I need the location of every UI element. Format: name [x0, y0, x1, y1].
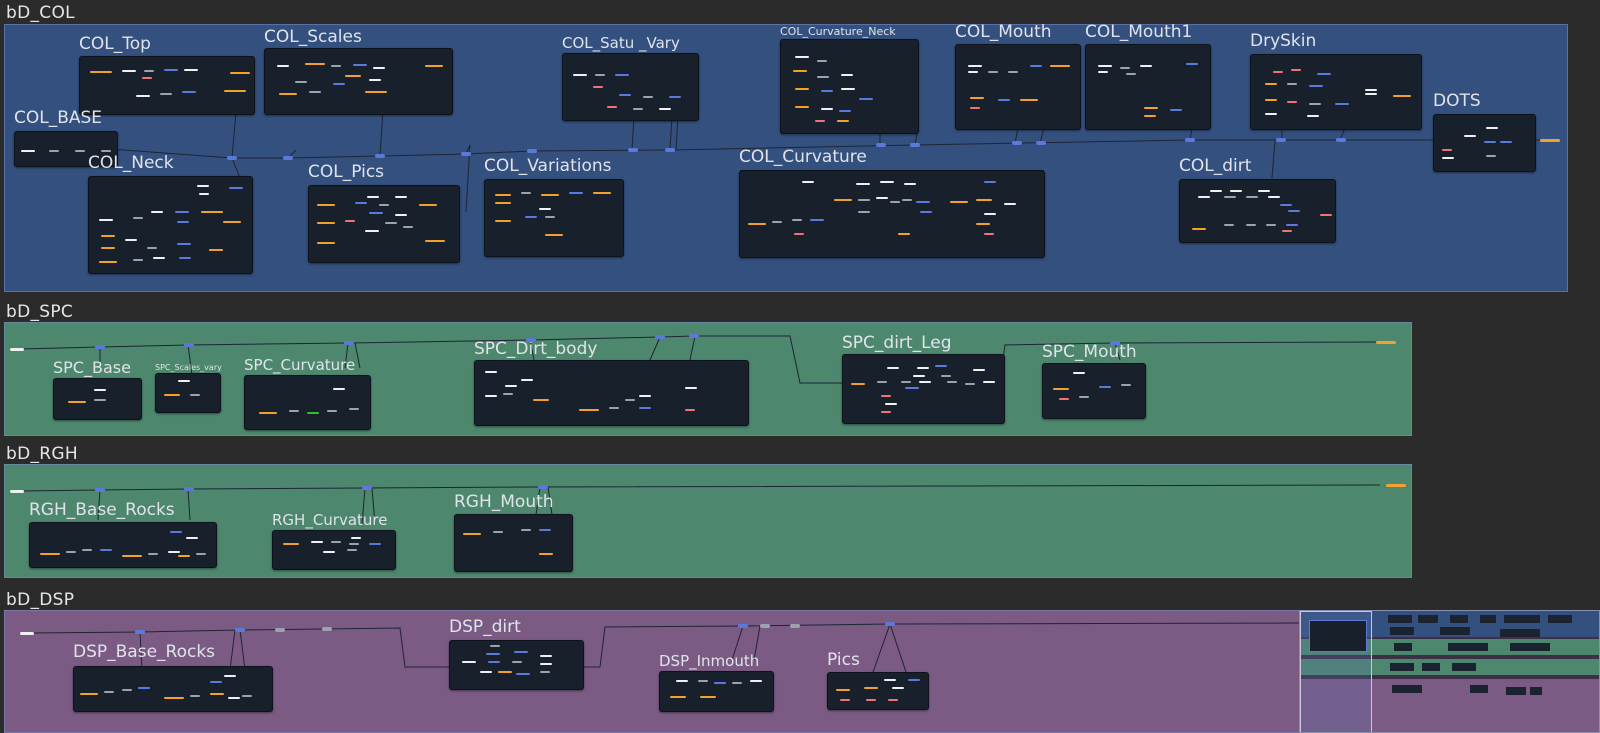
reroute-node[interactable] [227, 156, 237, 160]
reroute-node[interactable] [628, 148, 638, 152]
node-title-spc-base: SPC_Base [53, 358, 131, 377]
node-group-col-top[interactable] [79, 56, 255, 115]
reroute-node[interactable] [283, 156, 293, 160]
node-title-col-curvature: COL_Curvature [739, 147, 867, 167]
reroute-node[interactable] [1110, 341, 1120, 345]
node-title-spc-curvature: SPC_Curvature [244, 356, 356, 374]
node-group-col-curvature[interactable] [739, 170, 1045, 258]
node-title-col-curvature-neck: COL_Curvature_Neck [780, 25, 896, 38]
reroute-node[interactable] [344, 341, 354, 345]
node-title-spc-scales-vary: SPC_Scales_vary [155, 363, 222, 372]
reroute-node[interactable] [235, 628, 245, 632]
node-group-pics[interactable] [827, 672, 929, 710]
node-title-col-scales: COL_Scales [264, 27, 362, 47]
node-group-rgh-mouth[interactable] [454, 514, 573, 572]
node-title-col-neck: COL_Neck [88, 153, 174, 173]
reroute-node[interactable] [1036, 141, 1046, 145]
node-group-spc-curvature[interactable] [244, 375, 371, 430]
node-group-col-variations[interactable] [484, 179, 624, 257]
node-group-col-mouth1[interactable] [1085, 44, 1211, 130]
node-title-col-base: COL_BASE [14, 108, 103, 128]
reroute-node[interactable] [876, 143, 886, 147]
reroute-node[interactable] [760, 624, 770, 628]
reroute-node[interactable] [538, 485, 548, 489]
frame-title: bD_COL [6, 3, 75, 23]
node-group-rgh-base-rocks[interactable] [29, 522, 217, 568]
node-title-col-mouth: COL_Mouth [955, 22, 1052, 42]
node-title-dsp-base-rocks: DSP_Base_Rocks [73, 642, 216, 662]
node-group-dryskin[interactable] [1250, 54, 1422, 130]
reroute-node[interactable] [95, 345, 105, 349]
node-group-col-scales[interactable] [264, 48, 453, 115]
node-title-dsp-inmouth: DSP_Inmouth [659, 652, 760, 670]
node-title-rgh-base-rocks: RGH_Base_Rocks [29, 500, 175, 520]
node-group-dsp-base-rocks[interactable] [73, 666, 273, 712]
reroute-node[interactable] [135, 630, 145, 634]
reroute-node[interactable] [184, 487, 194, 491]
node-title-spc-dirt-leg: SPC_dirt_Leg [842, 333, 952, 353]
reroute-node[interactable] [184, 343, 194, 347]
reroute-node[interactable] [790, 624, 800, 628]
node-group-col-dirt[interactable] [1179, 179, 1336, 243]
node-group-rgh-curvature[interactable] [272, 530, 396, 570]
node-group-dsp-inmouth[interactable] [659, 671, 774, 712]
node-title-spc-dirt-body: SPC_Dirt_body [474, 339, 598, 359]
reroute-node[interactable] [665, 148, 675, 152]
node-group-col-curvature-neck[interactable] [780, 39, 919, 134]
node-group-spc-base[interactable] [53, 378, 142, 420]
node-title-col-top: COL_Top [79, 34, 151, 54]
node-title-rgh-mouth: RGH_Mouth [454, 492, 554, 512]
group-output-socket[interactable] [1540, 139, 1560, 142]
frame-title: bD_DSP [6, 590, 75, 610]
group-output-socket[interactable] [1386, 484, 1406, 487]
node-group-spc-dirt-leg[interactable] [842, 354, 1005, 424]
reroute-node[interactable] [738, 624, 748, 628]
group-input-socket[interactable] [20, 632, 34, 635]
frame-title: bD_SPC [6, 302, 74, 322]
reroute-node[interactable] [95, 488, 105, 492]
node-title-pics: Pics [827, 650, 860, 670]
node-group-spc-scales-vary[interactable] [155, 373, 221, 413]
reroute-node[interactable] [362, 486, 372, 490]
node-title-rgh-curvature: RGH_Curvature [272, 511, 388, 529]
reroute-node[interactable] [1276, 138, 1286, 142]
reroute-node[interactable] [322, 627, 332, 631]
reroute-node[interactable] [1336, 138, 1346, 142]
node-group-col-satu-vary[interactable] [562, 53, 699, 121]
group-input-socket[interactable] [10, 348, 24, 351]
node-editor-minimap[interactable] [1299, 610, 1600, 733]
node-title-col-satu-vary: COL_Satu _Vary [562, 34, 680, 52]
reroute-node[interactable] [375, 154, 385, 158]
node-group-col-mouth[interactable] [955, 44, 1081, 130]
node-title-spc-mouth: SPC_Mouth [1042, 342, 1137, 362]
node-group-col-pics[interactable] [308, 185, 460, 263]
reroute-node[interactable] [1012, 141, 1022, 145]
node-group-spc-dirt-body[interactable] [474, 360, 749, 426]
node-group-spc-mouth[interactable] [1042, 363, 1146, 419]
group-input-socket[interactable] [10, 490, 24, 493]
node-title-dryskin: DrySkin [1250, 31, 1317, 51]
node-group-dsp-dirt[interactable] [449, 640, 584, 690]
reroute-node[interactable] [1185, 138, 1195, 142]
node-title-col-variations: COL_Variations [484, 156, 612, 176]
node-group-col-neck[interactable] [88, 176, 253, 274]
reroute-node[interactable] [527, 149, 537, 153]
reroute-node[interactable] [655, 335, 665, 339]
frame-title: bD_RGH [6, 444, 78, 464]
node-group-dots[interactable] [1433, 114, 1536, 172]
reroute-node[interactable] [461, 152, 471, 156]
node-title-col-mouth1: COL_Mouth1 [1085, 22, 1193, 42]
node-title-col-dirt: COL_dirt [1179, 156, 1252, 176]
node-title-dsp-dirt: DSP_dirt [449, 617, 521, 637]
reroute-node[interactable] [885, 622, 895, 626]
reroute-node[interactable] [526, 338, 536, 342]
node-title-dots: DOTS [1433, 91, 1481, 111]
reroute-node[interactable] [689, 334, 699, 338]
reroute-node[interactable] [275, 628, 285, 632]
reroute-node[interactable] [910, 143, 920, 147]
minimap-viewport[interactable] [1300, 611, 1372, 732]
node-title-col-pics: COL_Pics [308, 162, 385, 182]
group-output-socket[interactable] [1376, 341, 1396, 344]
